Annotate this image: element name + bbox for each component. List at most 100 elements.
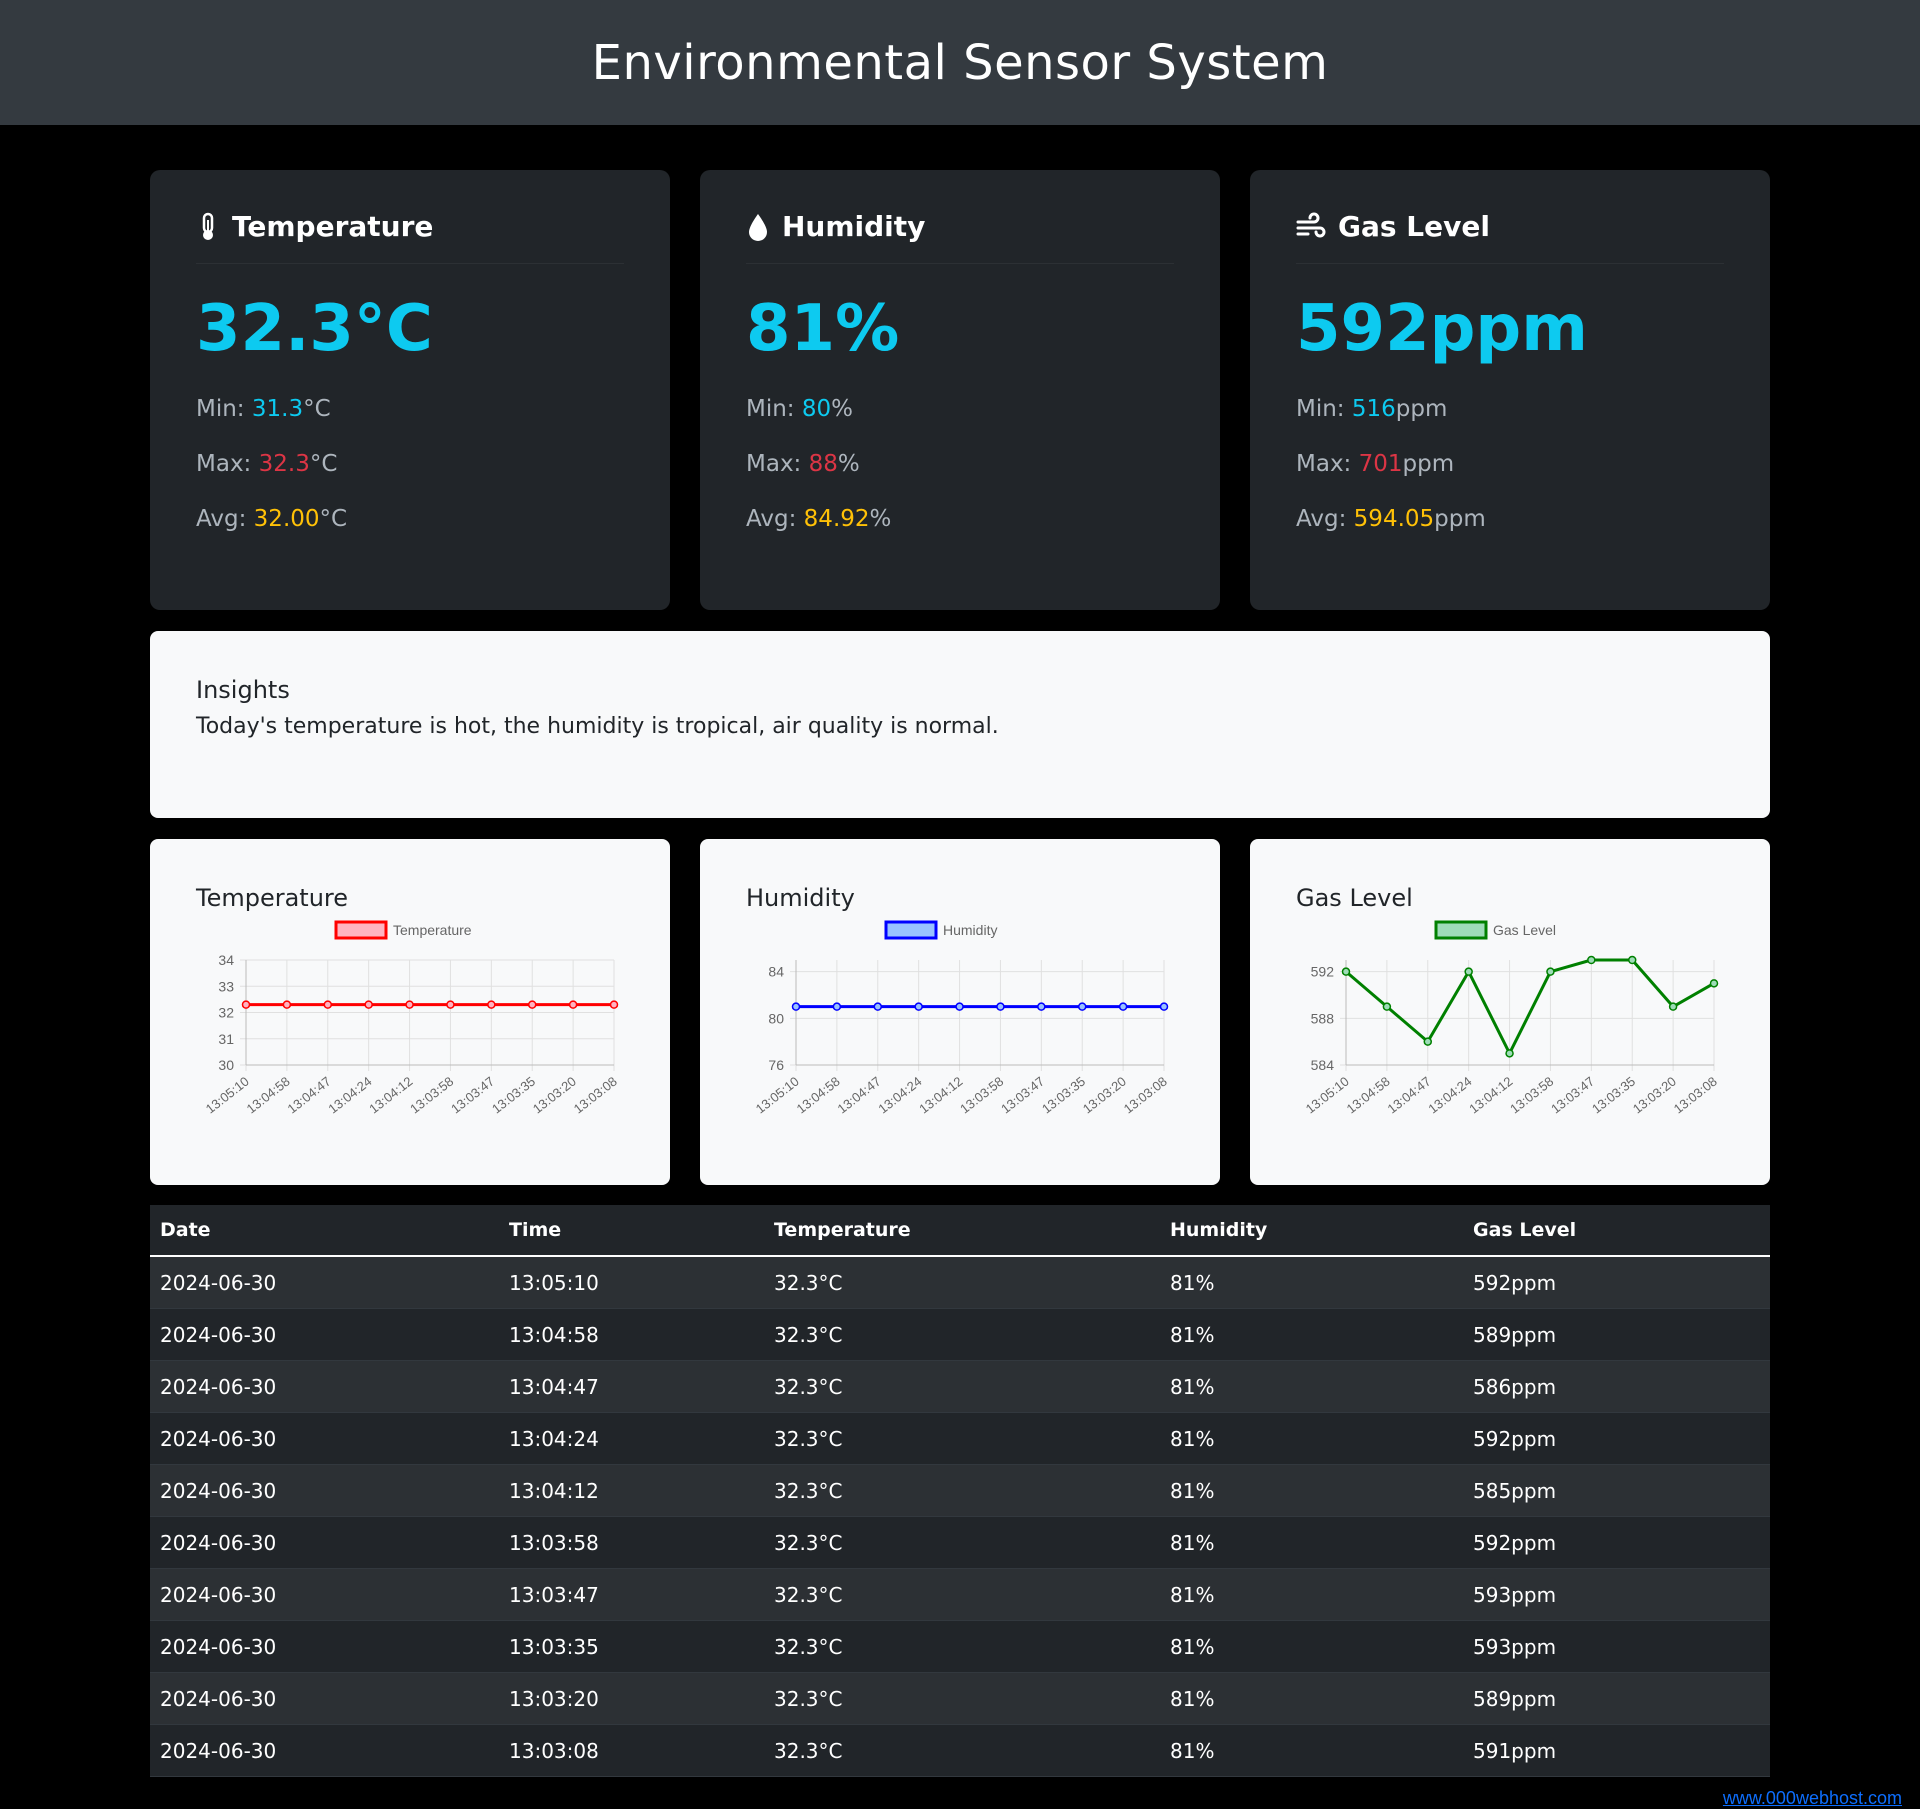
series-line	[1345, 958, 1715, 1055]
card-title-label: Temperature	[232, 210, 434, 243]
table-row: 2024-06-30 13:03:47 32.3°C 81% 593ppm	[150, 1568, 1770, 1621]
x-tick-label: 13:04:24	[325, 1074, 374, 1117]
time-cell: 13:05:10	[499, 1256, 764, 1309]
data-point[interactable]	[914, 1002, 923, 1011]
avg-label: Avg:	[746, 506, 804, 532]
data-point[interactable]	[1546, 967, 1555, 976]
temperature-cell: 32.3°C	[764, 1672, 1160, 1725]
data-point[interactable]	[446, 1000, 455, 1009]
card-title-label: Gas Level	[1338, 210, 1490, 243]
gas-level-cell: 592ppm	[1463, 1412, 1770, 1465]
legend-swatch	[334, 920, 388, 940]
data-point[interactable]	[1037, 1002, 1046, 1011]
data-point[interactable]	[1709, 979, 1719, 988]
data-point[interactable]	[1668, 1002, 1678, 1011]
data-point[interactable]	[609, 1000, 619, 1009]
humidity-cell: 81%	[1160, 1672, 1463, 1725]
max-stat: Max: 701ppm	[1296, 451, 1724, 477]
data-point[interactable]	[1118, 1002, 1128, 1011]
max-label: Max:	[196, 451, 259, 477]
x-tick-label: 13:03:58	[1507, 1074, 1556, 1117]
data-point[interactable]	[1505, 1049, 1514, 1058]
data-point[interactable]	[1341, 967, 1351, 976]
max-stat: Max: 88%	[746, 451, 1174, 477]
temperature-cell: 32.3°C	[764, 1724, 1160, 1777]
x-tick-label: 13:04:12	[366, 1074, 415, 1117]
legend-label: Humidity	[943, 922, 997, 938]
data-point[interactable]	[996, 1002, 1005, 1011]
data-point[interactable]	[1627, 955, 1637, 965]
legend-label: Gas Level	[1493, 922, 1556, 938]
gas-level-chart: Gas Level58458859213:05:1013:04:5813:04:…	[1303, 920, 1720, 1117]
y-tick-label: 584	[1311, 1057, 1335, 1073]
time-cell: 13:04:12	[499, 1464, 764, 1517]
y-tick-label: 592	[1311, 964, 1335, 980]
data-point[interactable]	[323, 1000, 333, 1009]
table-header-row: Date Time Temperature Humidity Gas Level	[150, 1205, 1770, 1257]
date-cell: 2024-06-30	[150, 1724, 499, 1777]
min-stat: Min: 80%	[746, 396, 1174, 422]
date-cell: 2024-06-30	[150, 1464, 499, 1517]
unit: %	[869, 506, 892, 532]
data-point[interactable]	[487, 1000, 496, 1009]
column-header-humidity: Humidity	[1160, 1205, 1463, 1257]
data-point[interactable]	[282, 1000, 292, 1009]
chart-legend[interactable]: Humidity	[884, 920, 997, 940]
date-cell: 2024-06-30	[150, 1308, 499, 1361]
data-point[interactable]	[364, 1000, 373, 1009]
card-title: Temperature	[196, 210, 624, 264]
min-label: Min:	[746, 396, 802, 422]
data-point[interactable]	[791, 1002, 801, 1011]
x-tick-label: 13:03:20	[1630, 1074, 1679, 1117]
chart-legend[interactable]: Gas Level	[1434, 920, 1556, 940]
data-point[interactable]	[527, 1000, 537, 1009]
data-point[interactable]	[955, 1002, 964, 1011]
data-point[interactable]	[873, 1002, 883, 1011]
unit: °C	[319, 506, 348, 532]
x-tick-label: 13:05:10	[203, 1074, 252, 1117]
avg-stat: Avg: 32.00°C	[196, 506, 624, 532]
x-tick-label: 13:03:47	[448, 1074, 497, 1117]
table-row: 2024-06-30 13:03:58 32.3°C 81% 592ppm	[150, 1516, 1770, 1569]
page-title: Environmental Sensor System	[591, 34, 1329, 91]
min-value: 516	[1351, 396, 1396, 422]
unit: %	[837, 451, 860, 477]
avg-value: 594.05	[1353, 506, 1435, 532]
date-cell: 2024-06-30	[150, 1360, 499, 1413]
gas-level-cell: 593ppm	[1463, 1620, 1770, 1673]
chart-title: Humidity	[746, 884, 855, 912]
humidity-cell: 81%	[1160, 1620, 1463, 1673]
max-stat: Max: 32.3°C	[196, 451, 624, 477]
x-tick-label: 13:04:47	[835, 1074, 884, 1117]
time-cell: 13:03:35	[499, 1620, 764, 1673]
summary-cards: Temperature 32.3°C Min: 31.3°C Max: 32.3…	[150, 170, 1770, 610]
x-tick-label: 13:05:10	[753, 1074, 802, 1117]
chart-title: Gas Level	[1296, 884, 1413, 912]
app-header: Environmental Sensor System	[0, 0, 1920, 125]
y-tick-label: 32	[218, 1005, 234, 1021]
chart-legend[interactable]: Temperature	[334, 920, 472, 940]
data-point[interactable]	[1159, 1002, 1169, 1011]
data-point[interactable]	[1423, 1037, 1433, 1046]
data-point[interactable]	[241, 1000, 251, 1009]
unit: ppm	[1434, 506, 1486, 532]
gas-level-cell: 589ppm	[1463, 1672, 1770, 1725]
temperature-cell: 32.3°C	[764, 1412, 1160, 1465]
avg-stat: Avg: 594.05ppm	[1296, 506, 1724, 532]
wind-icon	[1296, 212, 1326, 237]
temperature-cell: 32.3°C	[764, 1256, 1160, 1309]
humidity-cell: 81%	[1160, 1308, 1463, 1361]
data-point[interactable]	[1587, 955, 1596, 965]
humidity-card: Humidity 81% Min: 80% Max: 88% Avg: 84.9…	[700, 170, 1220, 610]
data-point[interactable]	[1077, 1002, 1087, 1011]
gas-level-cell: 592ppm	[1463, 1256, 1770, 1309]
gas-level-cell: 585ppm	[1463, 1464, 1770, 1517]
data-point[interactable]	[405, 1000, 414, 1009]
data-point[interactable]	[568, 1000, 578, 1009]
column-header-temperature: Temperature	[764, 1205, 1160, 1257]
data-point[interactable]	[832, 1002, 842, 1011]
data-point[interactable]	[1382, 1002, 1392, 1011]
y-tick-label: 30	[218, 1057, 234, 1073]
webhost-link[interactable]: www.000webhost.com	[1723, 1788, 1902, 1809]
data-point[interactable]	[1464, 967, 1473, 976]
